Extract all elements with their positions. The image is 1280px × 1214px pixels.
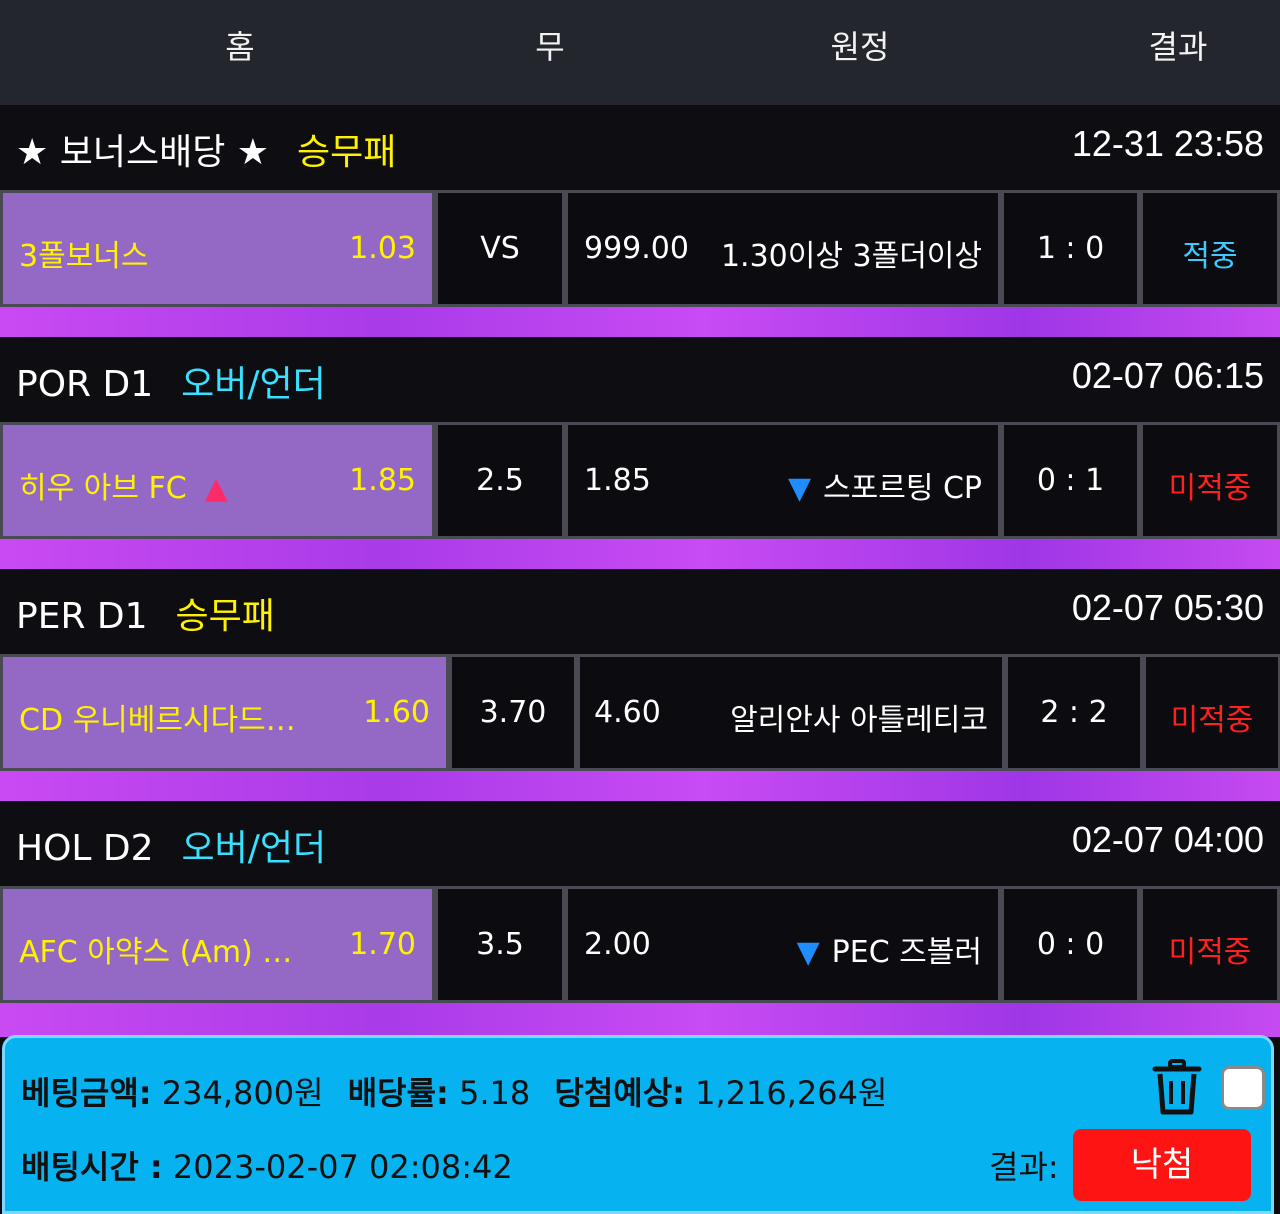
score-cell: 2 : 2 [1008,657,1140,768]
result-cell: 미적중 [1143,425,1277,536]
result-cell: 적중 [1143,193,1277,304]
score-cell: 0 : 0 [1004,889,1137,1000]
game-league: HOL D2 [16,828,154,869]
game-header: POR D1 오버/언더 02-07 06:15 [0,337,1280,422]
home-odds-cell[interactable]: CD 우니베르시다드… 1.60 [3,657,446,768]
game-row: 히우 아브 FC ▲ 1.85 2.5 1.85 ▼ 스포르팅 CP 0 : 1 미… [0,422,1280,539]
away-team: 1.30이상 3폴더이상 [720,239,982,274]
total-odds: 5.18 [458,1074,531,1112]
away-odds: 4.60 [594,695,661,730]
away-odds-cell[interactable]: 4.60 알리안사 아틀레티코 [580,657,1002,768]
game-datetime: 02-07 04:00 [1071,819,1264,860]
game-header: PER D1 승무패 02-07 05:30 [0,569,1280,654]
trash-icon[interactable] [1151,1058,1203,1116]
score-cell: 0 : 1 [1004,425,1137,536]
home-team: AFC 아약스 (Am) … [19,935,293,970]
result-cell: 미적중 [1146,657,1278,768]
game-datetime: 02-07 06:15 [1071,355,1264,396]
home-odds: 1.60 [363,695,430,730]
away-odds: 1.85 [584,463,651,498]
odds-label: 배당률: [347,1074,449,1112]
odds-up-icon: ▲ [204,471,228,506]
away-team: 스포르팅 CP [823,471,982,506]
home-odds: 1.03 [349,231,416,266]
result-status: 미적중 [1168,935,1252,970]
score: 0 : 1 [1036,463,1105,498]
col-draw-label: 무 [535,28,565,66]
bet-time: 2023-02-07 02:08:42 [172,1148,513,1186]
home-team: 3폴보너스 [19,239,149,274]
col-result-label: 결과 [1148,28,1208,66]
score: 2 : 2 [1040,695,1108,730]
divider-stripe [0,771,1280,801]
col-home-label: 홈 [225,28,255,66]
game-bet-type: 승무패 [297,132,397,173]
col-away-label: 원정 [830,28,890,66]
home-odds-cell[interactable]: 3폴보너스 1.03 [3,193,432,304]
away-odds-cell[interactable]: 999.00 1.30이상 3폴더이상 [568,193,998,304]
draw-cell[interactable]: 3.5 [438,889,562,1000]
game-datetime: 02-07 05:30 [1071,587,1264,628]
score: 0 : 0 [1036,927,1105,962]
draw-cell[interactable]: 2.5 [438,425,562,536]
handicap-value: 3.5 [476,927,524,962]
expected-win-label: 당첨예상: [554,1074,685,1112]
expected-win: 1,216,264원 [695,1074,888,1112]
bet-amount: 234,800원 [161,1074,324,1112]
bet-time-label: 배팅시간 : [21,1148,163,1186]
home-team: 히우 아브 FC [19,471,187,506]
game-bet-type: 오버/언더 [181,364,326,405]
home-odds: 1.70 [349,927,416,962]
game-header: HOL D2 오버/언더 02-07 04:00 [0,801,1280,886]
score-cell: 1 : 0 [1004,193,1137,304]
game-bet-type: 승무패 [175,596,275,637]
game-league: POR D1 [16,364,154,405]
home-odds-cell[interactable]: AFC 아약스 (Am) … 1.70 [3,889,432,1000]
away-team: PEC 즈볼러 [831,935,982,970]
draw-cell[interactable]: 3.70 [452,657,574,768]
odds-down-icon: ▼ [787,471,812,506]
away-odds: 2.00 [584,927,651,962]
draw-value: VS [480,231,520,266]
bet-amount-label: 베팅금액: [21,1074,152,1112]
away-odds-cell[interactable]: 2.00 ▼ PEC 즈볼러 [568,889,998,1000]
score: 1 : 0 [1036,231,1105,266]
away-odds: 999.00 [584,231,689,266]
odds-down-icon: ▼ [796,935,820,970]
game-league: ★ 보너스배당 ★ [16,132,270,173]
divider-stripe [0,307,1280,337]
result-status: 적중 [1182,239,1238,274]
column-header-bar: 홈 무 원정 결과 [0,0,1280,105]
game-bet-type: 오버/언더 [181,828,327,869]
handicap-value: 2.5 [476,463,524,498]
result-cell: 미적중 [1143,889,1277,1000]
result-status: 미적중 [1168,471,1252,506]
result-button[interactable]: 낙첨 [1073,1129,1251,1201]
result-label: 결과: [989,1148,1059,1186]
bet-summary-panel: 베팅금액: 234,800원 배당률: 5.18 당첨예상: 1,216,264… [2,1035,1274,1214]
select-checkbox[interactable] [1221,1066,1265,1110]
home-team: CD 우니베르시다드… [19,703,296,738]
result-status: 미적중 [1170,703,1254,738]
bet-summary-line: 베팅금액: 234,800원 배당률: 5.18 당첨예상: 1,216,264… [21,1068,887,1114]
draw-odds: 3.70 [479,695,547,730]
away-odds-cell[interactable]: 1.85 ▼ 스포르팅 CP [568,425,998,536]
bet-time-line: 배팅시간 : 2023-02-07 02:08:42 [21,1142,513,1188]
game-row: CD 우니베르시다드… 1.60 3.70 4.60 알리안사 아틀레티코 2 … [0,654,1280,771]
divider-stripe [0,539,1280,569]
game-row: 3폴보너스 1.03 VS 999.00 1.30이상 3폴더이상 1 : 0 … [0,190,1280,307]
home-odds: 1.85 [349,463,416,498]
draw-cell[interactable]: VS [438,193,562,304]
game-header: ★ 보너스배당 ★ 승무패 12-31 23:58 [0,105,1280,190]
home-odds-cell[interactable]: 히우 아브 FC ▲ 1.85 [3,425,432,536]
game-league: PER D1 [16,596,148,637]
divider-stripe [0,1003,1280,1037]
game-datetime: 12-31 23:58 [1071,123,1264,164]
away-team: 알리안사 아틀레티코 [730,703,988,738]
game-row: AFC 아약스 (Am) … 1.70 3.5 2.00 ▼ PEC 즈볼러 0 … [0,886,1280,1003]
